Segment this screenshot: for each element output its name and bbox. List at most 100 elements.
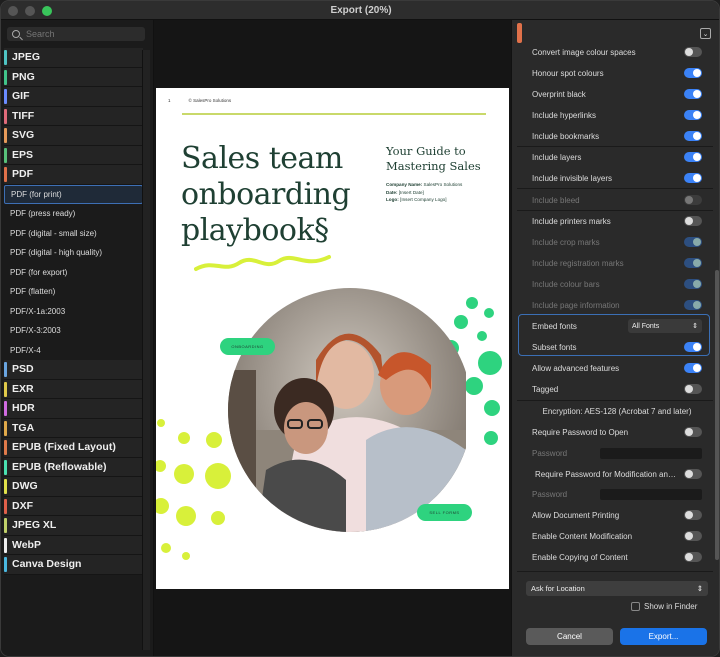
toggle-include-printers-marks[interactable] bbox=[684, 216, 702, 226]
show-in-finder[interactable]: Show in Finder bbox=[631, 602, 697, 611]
pdf-preset-item[interactable]: PDF (digital - small size) bbox=[4, 224, 143, 244]
format-dwg[interactable]: DWG bbox=[4, 477, 143, 497]
option-include-invisible-layers[interactable]: Include invisible layers bbox=[532, 170, 702, 186]
option-label: Allow Document Printing bbox=[532, 510, 620, 520]
pdf-preset-item[interactable]: PDF (flatten) bbox=[4, 282, 143, 302]
pdf-preset-item[interactable]: PDF/X-1a:2003 bbox=[4, 302, 143, 322]
format-epub-reflowable-[interactable]: EPUB (Reflowable) bbox=[4, 457, 143, 477]
format-label: PNG bbox=[12, 70, 35, 83]
format-jpeg[interactable]: JPEG bbox=[4, 48, 143, 68]
minimize-button[interactable] bbox=[25, 6, 35, 16]
toggle-enable-modification[interactable] bbox=[684, 531, 702, 541]
format-pdf[interactable]: PDF bbox=[4, 165, 143, 185]
password-label: Password bbox=[532, 489, 568, 499]
option-include-printers-marks[interactable]: Include printers marks bbox=[532, 213, 702, 229]
toggle-require-password-open[interactable] bbox=[684, 427, 702, 437]
format-epub-fixed-layout-[interactable]: EPUB (Fixed Layout) bbox=[4, 438, 143, 458]
option-require-password-open[interactable]: Require Password to Open bbox=[532, 424, 702, 440]
password-mod-field[interactable] bbox=[600, 488, 702, 500]
option-include-layers[interactable]: Include layers bbox=[532, 149, 702, 165]
location-select[interactable]: Ask for Location ⇕ bbox=[526, 581, 708, 596]
location-value: Ask for Location bbox=[531, 584, 585, 593]
option-convert-colour-spaces[interactable]: Convert image colour spaces bbox=[532, 44, 702, 60]
format-svg[interactable]: SVG bbox=[4, 126, 143, 146]
option-overprint-black[interactable]: Overprint black bbox=[532, 86, 702, 102]
toggle-enable-copying[interactable] bbox=[684, 552, 702, 562]
embed-fonts-select[interactable]: All Fonts ⇕ bbox=[628, 319, 702, 333]
format-canva-design[interactable]: Canva Design bbox=[4, 555, 143, 575]
format-dxf[interactable]: DXF bbox=[4, 496, 143, 516]
format-png[interactable]: PNG bbox=[4, 67, 143, 87]
toggle-include-bleed bbox=[684, 195, 702, 205]
format-label: PDF bbox=[12, 168, 33, 181]
toggle-subset-fonts[interactable] bbox=[684, 342, 702, 352]
toggle-allow-advanced[interactable] bbox=[684, 363, 702, 373]
encryption-label: Encryption: AES-128 (Acrobat 7 and later… bbox=[532, 403, 702, 419]
pdf-preset-item[interactable]: PDF (press ready) bbox=[4, 204, 143, 224]
option-embed-fonts[interactable]: Embed fonts All Fonts ⇕ bbox=[532, 318, 702, 334]
show-in-finder-checkbox[interactable] bbox=[631, 602, 640, 611]
toggle-tagged[interactable] bbox=[684, 384, 702, 394]
pdf-preset-item[interactable]: PDF (digital - high quality) bbox=[4, 243, 143, 263]
format-exr[interactable]: EXR bbox=[4, 379, 143, 399]
option-honour-spot[interactable]: Honour spot colours bbox=[532, 65, 702, 81]
format-tga[interactable]: TGA bbox=[4, 418, 143, 438]
cancel-button[interactable]: Cancel bbox=[526, 628, 613, 645]
chevron-down-icon[interactable]: ⌄ bbox=[700, 28, 711, 39]
sidebar-scrollbar[interactable] bbox=[142, 50, 150, 650]
toggle-include-hyperlinks[interactable] bbox=[684, 110, 702, 120]
sell-forms-tag: SELL FORMS bbox=[417, 504, 472, 521]
option-subset-fonts[interactable]: Subset fonts bbox=[532, 339, 702, 355]
format-hdr[interactable]: HDR bbox=[4, 399, 143, 419]
search-box[interactable] bbox=[7, 27, 145, 41]
company-meta: Company Name: SalesPro Solutions Date: [… bbox=[386, 181, 462, 204]
format-webp[interactable]: WebP bbox=[4, 535, 143, 555]
format-color-bar bbox=[4, 147, 7, 163]
format-label: EPS bbox=[12, 148, 34, 161]
panel-scrollbar[interactable] bbox=[715, 270, 719, 560]
divider bbox=[517, 571, 713, 572]
toggle-include-invisible-layers[interactable] bbox=[684, 173, 702, 183]
pdf-preset-item[interactable]: PDF (for print) bbox=[4, 184, 143, 204]
format-list: JPEG PNG GIF TIFF SVG EPS PDF PDF (for print) PD… bbox=[4, 48, 143, 575]
format-psd[interactable]: PSD bbox=[4, 360, 143, 380]
toggle-include-colour-bars bbox=[684, 279, 702, 289]
password-mod-row: Password bbox=[532, 486, 702, 502]
document-page: 1 © SalesPro Solutions Sales team onboar… bbox=[156, 88, 509, 589]
divider bbox=[517, 188, 713, 189]
format-label: Canva Design bbox=[12, 558, 82, 571]
format-eps[interactable]: EPS bbox=[4, 145, 143, 165]
option-include-bookmarks[interactable]: Include bookmarks bbox=[532, 128, 702, 144]
pdf-preset-item[interactable]: PDF/X-4 bbox=[4, 341, 143, 361]
pdf-preset-item[interactable]: PDF/X-3:2003 bbox=[4, 321, 143, 341]
toggle-overprint-black[interactable] bbox=[684, 89, 702, 99]
option-allow-advanced[interactable]: Allow advanced features bbox=[532, 360, 702, 376]
option-tagged[interactable]: Tagged bbox=[532, 381, 702, 397]
toggle-honour-spot[interactable] bbox=[684, 68, 702, 78]
option-label: Honour spot colours bbox=[532, 68, 604, 78]
toggle-require-password-mod[interactable] bbox=[684, 469, 702, 479]
meta-company: Company Name: SalesPro Solutions bbox=[386, 182, 463, 187]
format-color-bar bbox=[4, 362, 7, 377]
format-tiff[interactable]: TIFF bbox=[4, 106, 143, 126]
option-enable-copying[interactable]: Enable Copying of Content bbox=[532, 549, 702, 565]
option-include-hyperlinks[interactable]: Include hyperlinks bbox=[532, 107, 702, 123]
zoom-button[interactable] bbox=[42, 6, 52, 16]
format-color-bar bbox=[4, 89, 7, 104]
option-allow-printing[interactable]: Allow Document Printing bbox=[532, 507, 702, 523]
toggle-allow-printing[interactable] bbox=[684, 510, 702, 520]
pdf-preset-item[interactable]: PDF (for export) bbox=[4, 263, 143, 283]
toggle-convert-colour-spaces[interactable] bbox=[684, 47, 702, 57]
password-open-field[interactable] bbox=[600, 447, 702, 459]
close-button[interactable] bbox=[8, 6, 18, 16]
format-jpeg-xl[interactable]: JPEG XL bbox=[4, 516, 143, 536]
option-enable-modification[interactable]: Enable Content Modification bbox=[532, 528, 702, 544]
search-input[interactable] bbox=[26, 29, 136, 39]
toggle-include-layers[interactable] bbox=[684, 152, 702, 162]
toggle-include-bookmarks[interactable] bbox=[684, 131, 702, 141]
toggle-include-crop-marks bbox=[684, 237, 702, 247]
format-color-bar bbox=[4, 69, 7, 85]
export-button[interactable]: Export... bbox=[620, 628, 707, 645]
option-require-password-mod[interactable]: Require Password for Modification an… bbox=[535, 466, 702, 482]
format-gif[interactable]: GIF bbox=[4, 87, 143, 107]
